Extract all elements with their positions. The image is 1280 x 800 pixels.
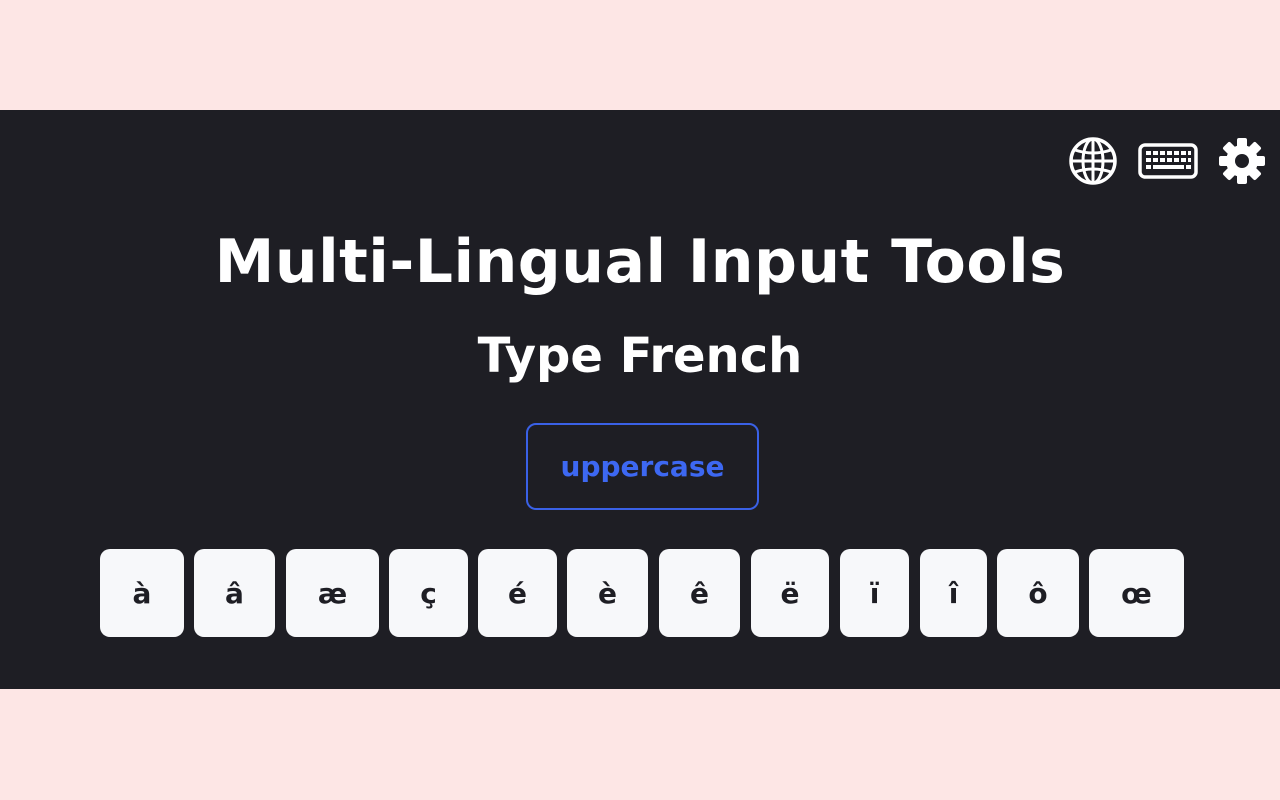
char-key-a-circumflex[interactable]: â bbox=[194, 549, 275, 637]
char-key-e-diaeresis[interactable]: ë bbox=[751, 549, 829, 637]
char-key-ae-ligature[interactable]: æ bbox=[286, 549, 379, 637]
char-key-c-cedilla[interactable]: ç bbox=[389, 549, 468, 637]
keyboard-icon[interactable] bbox=[1138, 143, 1198, 179]
char-key-e-acute[interactable]: é bbox=[478, 549, 557, 637]
char-key-i-circumflex[interactable]: î bbox=[920, 549, 987, 637]
uppercase-toggle-button[interactable]: uppercase bbox=[526, 423, 759, 510]
character-keyboard: à â æ ç é è ê ë ï î ô œ bbox=[0, 549, 1280, 637]
char-key-o-circumflex[interactable]: ô bbox=[997, 549, 1079, 637]
toolbar bbox=[1068, 136, 1266, 186]
char-key-e-circumflex[interactable]: ê bbox=[659, 549, 740, 637]
char-key-i-diaeresis[interactable]: ï bbox=[840, 549, 909, 637]
char-key-a-grave[interactable]: à bbox=[100, 549, 184, 637]
char-key-oe-ligature[interactable]: œ bbox=[1089, 549, 1184, 637]
globe-icon[interactable] bbox=[1068, 136, 1118, 186]
char-key-e-grave[interactable]: è bbox=[567, 549, 648, 637]
gear-icon[interactable] bbox=[1218, 137, 1266, 185]
main-panel: Multi-Lingual Input Tools Type French up… bbox=[0, 110, 1280, 689]
page-title: Multi-Lingual Input Tools bbox=[214, 227, 1066, 297]
page-subtitle: Type French bbox=[477, 328, 803, 384]
